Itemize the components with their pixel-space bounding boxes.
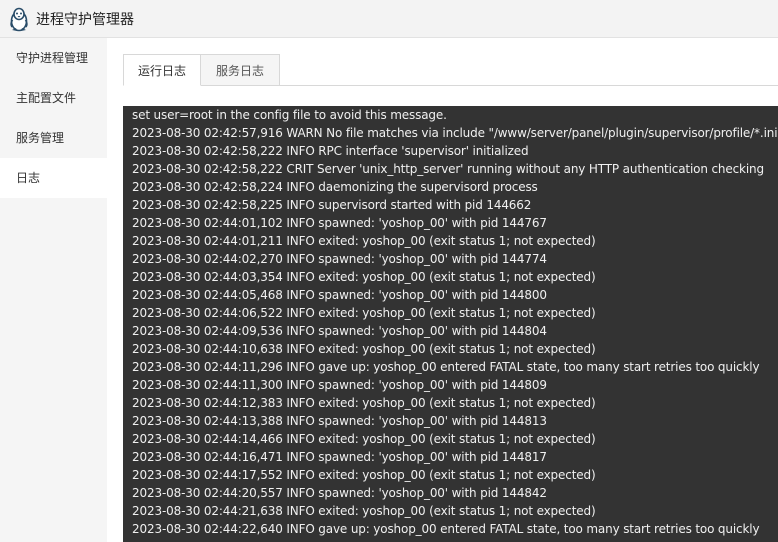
log-line: 2023-08-30 02:44:09,536 INFO spawned: 'y… xyxy=(132,324,547,338)
log-output-panel[interactable]: set user=root in the config file to avoi… xyxy=(123,106,778,542)
log-line: 2023-08-30 02:44:14,466 INFO exited: yos… xyxy=(132,432,596,446)
log-line: 2023-08-30 02:44:02,270 INFO spawned: 'y… xyxy=(132,252,547,266)
log-line: 2023-08-30 02:44:11,300 INFO spawned: 'y… xyxy=(132,378,547,392)
sidebar-item-logs[interactable]: 日志 xyxy=(0,158,107,198)
title-bar: 进程守护管理器 xyxy=(0,0,778,38)
log-line: 2023-08-30 02:44:01,102 INFO spawned: 'y… xyxy=(132,216,547,230)
sidebar: 守护进程管理 主配置文件 服务管理 日志 xyxy=(0,38,107,542)
log-line: 2023-08-30 02:42:58,225 INFO supervisord… xyxy=(132,198,532,212)
log-line: 2023-08-30 02:44:21,638 INFO exited: yos… xyxy=(132,504,596,518)
log-line: 2023-08-30 02:44:11,296 INFO gave up: yo… xyxy=(132,360,760,374)
log-line: 2023-08-30 02:44:13,388 INFO spawned: 'y… xyxy=(132,414,547,428)
log-line: 2023-08-30 02:44:10,638 INFO exited: yos… xyxy=(132,342,596,356)
log-line: 2023-08-30 02:44:22,640 INFO gave up: yo… xyxy=(132,522,760,536)
log-tabs: 运行日志 服务日志 xyxy=(123,54,778,86)
log-line: 2023-08-30 02:42:57,916 WARN No file mat… xyxy=(132,126,778,140)
sidebar-item-service-management[interactable]: 服务管理 xyxy=(0,118,107,158)
tab-run-log[interactable]: 运行日志 xyxy=(123,54,201,86)
sidebar-item-label: 守护进程管理 xyxy=(16,51,89,65)
log-line: 2023-08-30 02:44:12,383 INFO exited: yos… xyxy=(132,396,596,410)
log-line: 2023-08-30 02:42:58,222 CRIT Server 'uni… xyxy=(132,162,764,176)
sidebar-item-label: 服务管理 xyxy=(16,131,65,145)
log-line: 2023-08-30 02:42:58,224 INFO daemonizing… xyxy=(132,180,538,194)
sidebar-item-label: 日志 xyxy=(16,171,41,185)
log-line: 2023-08-30 02:44:03,354 INFO exited: yos… xyxy=(132,270,596,284)
sidebar-item-daemon-management[interactable]: 守护进程管理 xyxy=(0,38,107,78)
log-line: 2023-08-30 02:44:01,211 INFO exited: yos… xyxy=(132,234,596,248)
log-line: 2023-08-30 02:44:20,557 INFO spawned: 'y… xyxy=(132,486,547,500)
sidebar-item-label: 主配置文件 xyxy=(16,91,77,105)
log-line: 2023-08-30 02:44:05,468 INFO spawned: 'y… xyxy=(132,288,547,302)
tab-service-log[interactable]: 服务日志 xyxy=(201,54,280,86)
linux-penguin-icon xyxy=(8,6,30,32)
log-line: 2023-08-30 02:44:16,471 INFO spawned: 'y… xyxy=(132,450,547,464)
log-line: 2023-08-30 02:44:17,552 INFO exited: yos… xyxy=(132,468,596,482)
log-line: 2023-08-30 02:44:06,522 INFO exited: yos… xyxy=(132,306,596,320)
app-title: 进程守护管理器 xyxy=(36,12,134,28)
sidebar-item-main-config[interactable]: 主配置文件 xyxy=(0,78,107,118)
log-line: set user=root in the config file to avoi… xyxy=(132,108,447,122)
log-line: 2023-08-30 02:42:58,222 INFO RPC interfa… xyxy=(132,144,529,158)
